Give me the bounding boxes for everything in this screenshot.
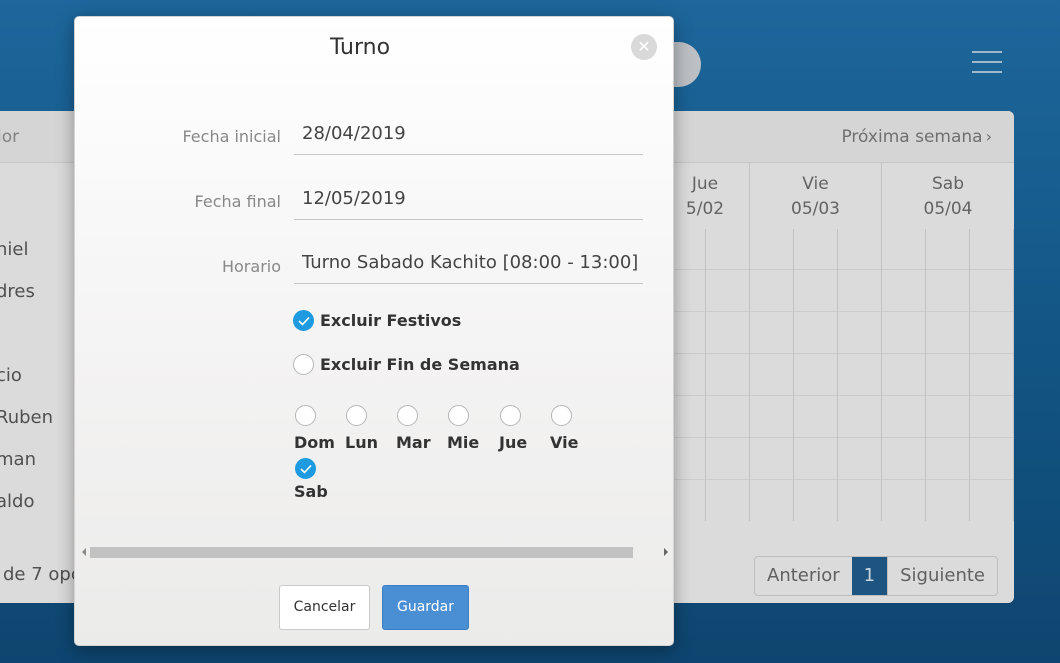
checkbox-empty-icon[interactable] [397,405,418,426]
scrollbar-thumb[interactable] [90,547,633,558]
excluir-festivos-label: Excluir Festivos [320,311,462,330]
turno-modal: Turno ✕ Fecha inicial 28/04/2019 Fecha f… [74,16,674,646]
day-option-label: Mie [447,433,480,452]
day-option-label: Vie [550,433,579,452]
fecha-inicial-label: Fecha inicial [182,127,281,146]
fecha-final-input[interactable]: 12/05/2019 [294,182,643,220]
checkbox-empty-icon[interactable] [551,405,572,426]
scroll-left-icon[interactable] [82,548,86,556]
checkbox-empty-icon[interactable] [500,405,521,426]
day-option-label: Lun [345,433,378,452]
cancel-button[interactable]: Cancelar [279,585,370,630]
day-option-vie[interactable]: Vie [550,405,600,452]
check-icon[interactable] [295,458,316,479]
check-icon[interactable] [293,310,314,331]
checkbox-empty-icon[interactable] [346,405,367,426]
scroll-right-icon[interactable] [664,548,668,556]
day-option-lun[interactable]: Lun [345,405,395,452]
day-option-dom[interactable]: Dom [294,405,344,452]
close-icon[interactable]: ✕ [631,34,657,60]
day-option-label: Jue [499,433,528,452]
day-option-jue[interactable]: Jue [499,405,549,452]
save-button[interactable]: Guardar [382,585,469,630]
day-option-mar[interactable]: Mar [396,405,446,452]
checkbox-empty-icon[interactable] [293,354,314,375]
excluir-fin-semana-option[interactable]: Excluir Fin de Semana [293,354,520,375]
fecha-final-label: Fecha final [194,192,281,211]
horizontal-scrollbar[interactable] [80,546,670,559]
excluir-fin-semana-label: Excluir Fin de Semana [320,355,520,374]
horario-label: Horario [221,257,281,276]
day-option-label: Sab [294,482,328,501]
horario-select[interactable]: Turno Sabado Kachito [08:00 - 13:00] [294,246,643,284]
day-option-label: Mar [396,433,431,452]
checkbox-empty-icon[interactable] [448,405,469,426]
day-option-mie[interactable]: Mie [447,405,497,452]
fecha-inicial-input[interactable]: 28/04/2019 [294,117,643,155]
excluir-festivos-option[interactable]: Excluir Festivos [293,310,461,331]
checkbox-empty-icon[interactable] [295,405,316,426]
modal-title: Turno [329,35,391,60]
day-option-label: Dom [294,433,335,452]
day-option-sab[interactable]: Sab [294,458,344,501]
